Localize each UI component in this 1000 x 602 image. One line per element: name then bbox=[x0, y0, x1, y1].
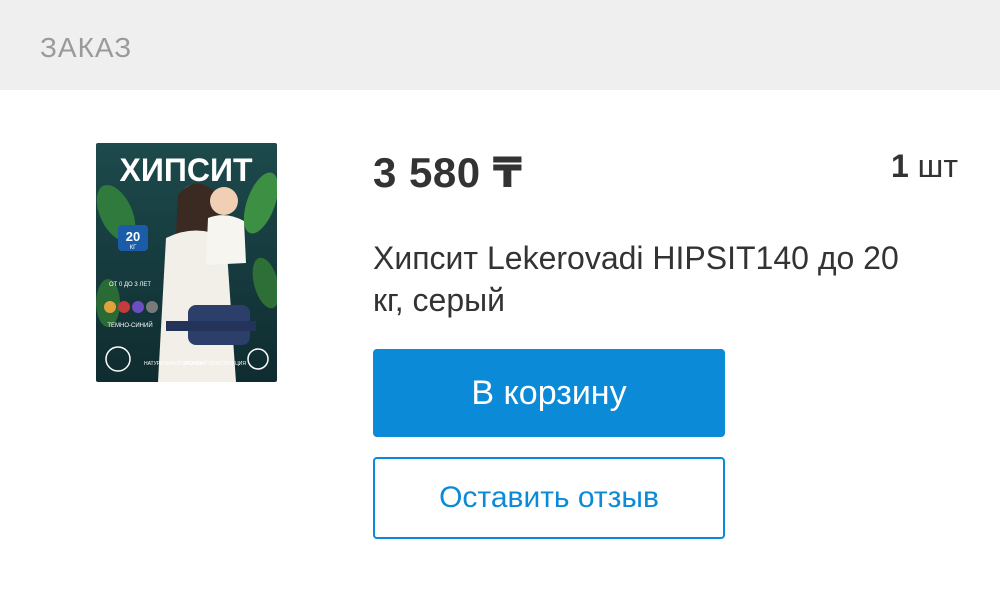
section-title: ЗАКАЗ bbox=[40, 32, 133, 63]
product-image[interactable]: ХИПСИТ 20 КГ ОТ 0 ДО 3 ЛЕТ ТЕМНО-СИНИЙ Н… bbox=[96, 143, 277, 382]
quantity-unit: шт bbox=[917, 148, 958, 184]
quantity-value: 1 bbox=[890, 148, 909, 184]
image-age: ОТ 0 ДО 3 ЛЕТ bbox=[109, 282, 151, 288]
image-color: ТЕМНО-СИНИЙ bbox=[107, 321, 152, 329]
image-feature-right: ПРОЧНЫЙ КОНСТРУКЦИЯ bbox=[182, 359, 246, 367]
image-headline: ХИПСИТ bbox=[120, 152, 253, 188]
image-badge-value: 20 bbox=[126, 229, 140, 244]
add-to-cart-button[interactable]: В корзину bbox=[373, 349, 725, 437]
product-quantity: 1 шт bbox=[891, 148, 958, 185]
product-price: 3 580 ₸ bbox=[373, 149, 523, 196]
order-section-header: ЗАКАЗ bbox=[0, 0, 1000, 90]
product-title[interactable]: Хипсит Lekerovadi HIPSIT140 до 20 кг, се… bbox=[373, 237, 933, 321]
leave-review-button[interactable]: Оставить отзыв bbox=[373, 457, 725, 539]
image-badge-unit: КГ bbox=[130, 245, 137, 251]
